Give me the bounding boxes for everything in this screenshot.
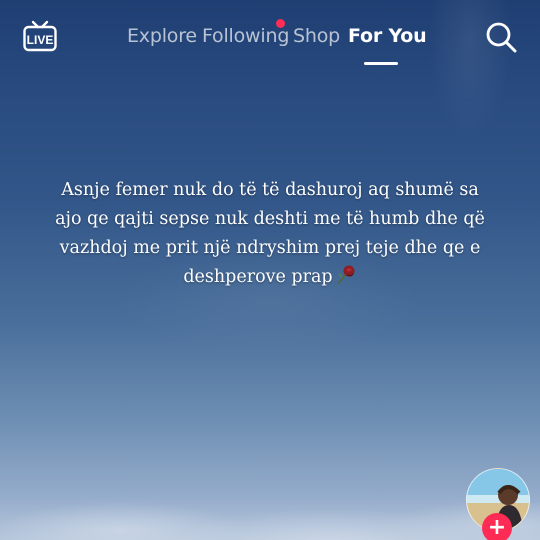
search-icon — [486, 22, 517, 53]
tab-for-you[interactable]: For You — [348, 22, 427, 50]
following-notification-dot — [276, 19, 285, 28]
wilted-rose-icon — [335, 264, 357, 294]
caption-text: Asnje femer nuk do të të dashuroj aq shu… — [55, 180, 485, 287]
background-clouds — [0, 430, 540, 540]
search-button[interactable] — [484, 20, 518, 54]
post-caption: Asnje femer nuk do të të dashuroj aq shu… — [55, 176, 485, 294]
follow-button[interactable]: + — [482, 513, 512, 540]
video-feed-screen[interactable]: LIVE Explore Following Shop For You Asnj… — [0, 0, 540, 540]
active-tab-indicator — [364, 62, 398, 65]
tab-shop[interactable]: Shop — [293, 22, 340, 50]
feed-tabs: Explore Following Shop For You — [0, 22, 540, 52]
tab-explore[interactable]: Explore — [127, 22, 197, 50]
plus-icon: + — [487, 515, 507, 540]
